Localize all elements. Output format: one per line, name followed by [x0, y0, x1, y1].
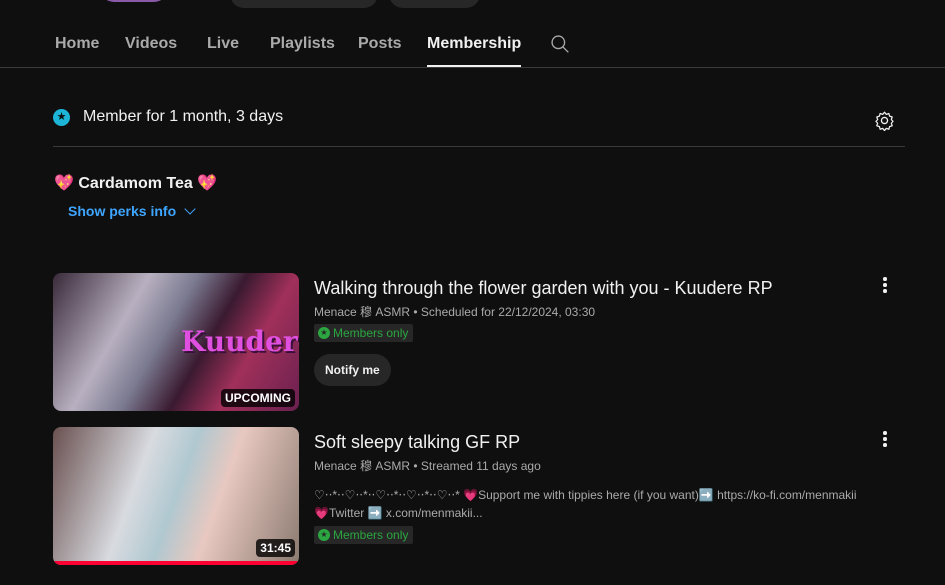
- show-perks-label: Show perks info: [68, 203, 177, 219]
- divider: [53, 146, 905, 147]
- members-only-label: Members only: [333, 326, 409, 340]
- tab-videos[interactable]: Videos: [125, 35, 177, 53]
- star-icon: ★: [318, 529, 330, 541]
- header-button[interactable]: [389, 0, 480, 8]
- notify-me-button[interactable]: Notify me: [314, 354, 391, 386]
- members-only-label: Members only: [333, 528, 409, 542]
- description-line: 💗Twitter ➡️ x.com/menmakii...: [314, 506, 483, 520]
- gear-icon[interactable]: [874, 110, 895, 131]
- video-item: Kuudere UPCOMING Walking through the flo…: [53, 273, 905, 411]
- description-line: ♡‧‧*‧‧♡‧‧*‧‧♡‧‧*‧‧♡‧‧*‧‧♡‧‧* 💗Support me…: [314, 488, 857, 502]
- video-meta: Menace 穆 ASMR • Scheduled for 22/12/2024…: [314, 305, 596, 319]
- thumbnail-text: Kuudere: [181, 325, 299, 358]
- video-thumbnail[interactable]: 31:45: [53, 427, 299, 565]
- duration-badge: 31:45: [256, 539, 295, 557]
- channel-avatar[interactable]: [100, 0, 168, 2]
- video-thumbnail[interactable]: Kuudere UPCOMING: [53, 273, 299, 411]
- chevron-down-icon: [184, 203, 196, 215]
- star-icon: ★: [318, 327, 330, 339]
- header-button[interactable]: [230, 0, 378, 8]
- video-meta: Menace 穆 ASMR • Streamed 11 days ago: [314, 459, 541, 473]
- members-only-badge: ★ Members only: [314, 324, 414, 342]
- members-only-badge: ★ Members only: [314, 526, 414, 544]
- video-title[interactable]: Soft sleepy talking GF RP: [314, 429, 874, 455]
- video-description: ♡‧‧*‧‧♡‧‧*‧‧♡‧‧*‧‧♡‧‧*‧‧♡‧‧* 💗Support me…: [314, 486, 874, 522]
- tab-playlists[interactable]: Playlists: [270, 35, 335, 53]
- more-options-icon[interactable]: [882, 429, 888, 449]
- membership-status: ★ Member for 1 month, 3 days: [53, 108, 283, 126]
- search-icon[interactable]: [550, 34, 570, 54]
- more-options-icon[interactable]: [882, 275, 888, 295]
- watch-progress-bar: [53, 561, 299, 565]
- video-title[interactable]: Walking through the flower garden with y…: [314, 275, 874, 301]
- tab-live[interactable]: Live: [207, 35, 239, 53]
- video-item: 31:45 Soft sleepy talking GF RP Menace 穆…: [53, 427, 905, 565]
- upcoming-badge: UPCOMING: [221, 389, 295, 407]
- tab-home[interactable]: Home: [55, 35, 99, 53]
- tab-membership[interactable]: Membership: [427, 35, 522, 67]
- membership-tier: 💖 Cardamom Tea 💖: [54, 175, 218, 192]
- tab-posts[interactable]: Posts: [358, 35, 402, 53]
- show-perks-button[interactable]: Show perks info: [68, 203, 196, 219]
- channel-tabs: Home Videos Live Playlists Posts Members…: [0, 24, 945, 68]
- channel-header-remnant: [0, 0, 945, 8]
- member-star-icon: ★: [53, 108, 70, 126]
- membership-duration: Member for 1 month, 3 days: [83, 108, 284, 125]
